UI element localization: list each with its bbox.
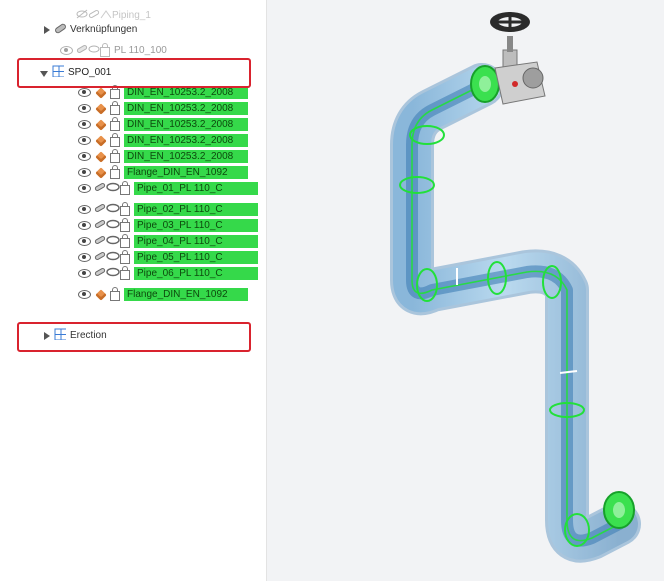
- flange-top[interactable]: [470, 65, 500, 103]
- expand-arrow-icon[interactable]: [44, 25, 50, 34]
- pipe-icon: [106, 219, 120, 232]
- tree-item-label: Flange_DIN_EN_1092: [124, 166, 248, 179]
- tree-item-label: Pipe_04_PL 110_C: [134, 235, 258, 248]
- eye-icon[interactable]: [78, 221, 91, 230]
- tree-item-pipe[interactable]: Pipe_05_PL 110_C: [78, 249, 258, 265]
- tree-item-label: Pipe_03_PL 110_C: [134, 219, 258, 232]
- tree-item-pipe[interactable]: Pipe_06_PL 110_C: [78, 265, 258, 281]
- tree-item-part[interactable]: DIN_EN_10253.2_2008: [78, 148, 248, 164]
- eye-icon[interactable]: [78, 120, 91, 129]
- app-window: Piping_1 Verknüpfungen PL 110_100 SPO_00…: [0, 0, 664, 581]
- pipe-icon: [106, 203, 120, 216]
- part-cube-icon: [95, 118, 107, 131]
- eye-icon[interactable]: [78, 290, 91, 299]
- flange-bottom[interactable]: [603, 491, 635, 529]
- eye-icon[interactable]: [78, 104, 91, 113]
- tree-item-part[interactable]: Flange_DIN_EN_1092: [78, 164, 248, 180]
- lock-icon[interactable]: [110, 116, 120, 131]
- part-cube-icon: [95, 288, 107, 301]
- eye-icon[interactable]: [78, 184, 91, 193]
- tree-item-label: Pipe_02_PL 110_C: [134, 203, 258, 216]
- lock-icon[interactable]: [120, 180, 130, 195]
- eye-icon[interactable]: [78, 136, 91, 145]
- tree-item-part[interactable]: DIN_EN_10253.2_2008: [78, 132, 248, 148]
- link-icon: [88, 9, 100, 22]
- lock-icon[interactable]: [110, 148, 120, 163]
- tree-item-pipe[interactable]: Pipe_01_PL 110_C: [78, 180, 258, 196]
- pipe-icon: [106, 182, 120, 195]
- tree-item-part[interactable]: DIN_EN_10253.2_2008: [78, 116, 248, 132]
- tree-item-label: DIN_EN_10253.2_2008: [124, 150, 248, 163]
- link-icon: [94, 267, 106, 280]
- link-icon: [94, 219, 106, 232]
- lock-icon[interactable]: [110, 164, 120, 179]
- tree-item-piping[interactable]: Piping_1: [76, 8, 151, 23]
- tree-item-pipe[interactable]: Pipe_03_PL 110_C: [78, 217, 258, 233]
- part-cube-icon: [95, 86, 107, 99]
- tree-item-label: DIN_EN_10253.2_2008: [124, 134, 248, 147]
- tree-item-label: Pipe_01_PL 110_C: [134, 182, 258, 195]
- hidden-eye-icon[interactable]: [76, 9, 88, 22]
- tree-item-label: DIN_EN_10253.2_2008: [124, 102, 248, 115]
- tree-item-label: Verknüpfungen: [70, 24, 138, 35]
- tree-item-pipe[interactable]: Pipe_04_PL 110_C: [78, 233, 258, 249]
- eye-icon[interactable]: [78, 253, 91, 262]
- tree-item-label: Pipe_06_PL 110_C: [134, 267, 258, 280]
- model-tree-panel: Piping_1 Verknüpfungen PL 110_100 SPO_00…: [0, 0, 267, 581]
- link-icon: [54, 23, 67, 37]
- pipe-assembly[interactable]: [390, 63, 641, 563]
- tree-item-pipe[interactable]: Pipe_02_PL 110_C: [78, 201, 258, 217]
- lock-icon[interactable]: [120, 265, 130, 280]
- link-icon: [76, 44, 88, 57]
- tree-item-part[interactable]: Flange_DIN_EN_1092: [78, 286, 248, 302]
- pipe-icon: [88, 44, 100, 57]
- eye-icon[interactable]: [78, 168, 91, 177]
- pipe-icon: [106, 251, 120, 264]
- part-cube-icon: [95, 134, 107, 147]
- link-icon: [94, 182, 106, 195]
- lock-icon[interactable]: [110, 84, 120, 99]
- eye-icon[interactable]: [78, 152, 91, 161]
- part-cube-icon: [95, 102, 107, 115]
- tree-item-label: PL 110_100: [114, 45, 167, 56]
- pipe-icon: [106, 267, 120, 280]
- link-icon: [94, 251, 106, 264]
- routing-icon: [100, 9, 112, 22]
- tree-item-label: Flange_DIN_EN_1092: [124, 288, 248, 301]
- pipe-model-drawing: [390, 12, 641, 563]
- tree-item-label: Pipe_05_PL 110_C: [134, 251, 258, 264]
- eye-icon[interactable]: [78, 269, 91, 278]
- lock-icon[interactable]: [120, 233, 130, 248]
- eye-icon[interactable]: [78, 237, 91, 246]
- link-icon: [94, 235, 106, 248]
- 3d-viewport[interactable]: [267, 0, 664, 581]
- tree-item-link-child[interactable]: PL 110_100: [60, 42, 167, 58]
- lock-icon[interactable]: [120, 217, 130, 232]
- lock-icon[interactable]: [110, 286, 120, 301]
- pipe-icon: [106, 235, 120, 248]
- lock-icon[interactable]: [110, 100, 120, 115]
- lock-icon[interactable]: [120, 249, 130, 264]
- eye-icon[interactable]: [78, 205, 91, 214]
- link-icon: [94, 203, 106, 216]
- lock-icon[interactable]: [110, 132, 120, 147]
- lock-icon[interactable]: [120, 201, 130, 216]
- tree-item-links[interactable]: Verknüpfungen: [44, 22, 137, 37]
- part-cube-icon: [95, 166, 107, 179]
- annotation-box-spo: [17, 58, 251, 88]
- part-cube-icon: [95, 150, 107, 163]
- tree-item-part[interactable]: DIN_EN_10253.2_2008: [78, 100, 248, 116]
- eye-icon[interactable]: [78, 88, 91, 97]
- annotation-box-erection: [17, 322, 251, 352]
- tree-item-label: DIN_EN_10253.2_2008: [124, 118, 248, 131]
- eye-icon[interactable]: [60, 46, 73, 55]
- lock-icon[interactable]: [100, 42, 110, 57]
- tree-item-label: Piping_1: [112, 10, 151, 21]
